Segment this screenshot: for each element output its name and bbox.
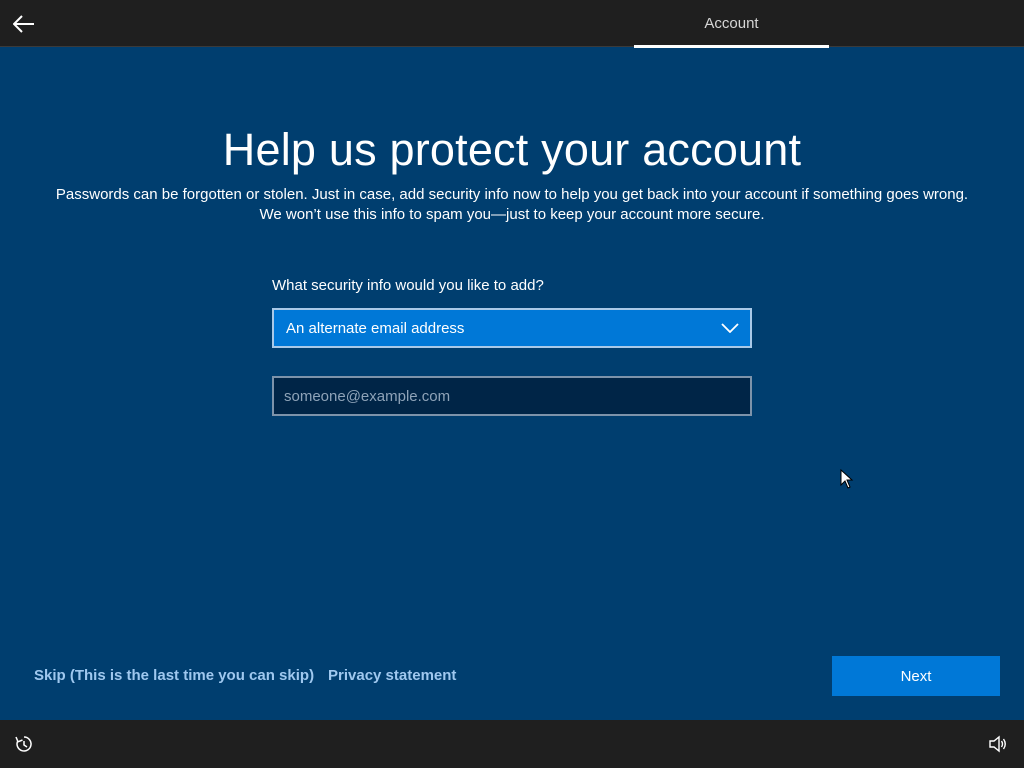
page-title: Help us protect your account: [222, 124, 802, 175]
description-line-2: We won’t use this info to spam you—just …: [259, 206, 765, 223]
security-info-question-label: What security info would you like to add…: [272, 277, 544, 294]
email-field[interactable]: [272, 376, 752, 416]
ease-of-access-icon[interactable]: [13, 733, 35, 755]
volume-icon[interactable]: [987, 733, 1009, 755]
arrow-left-icon: [13, 15, 34, 33]
page-description: Passwords can be forgotten or stolen. Ju…: [0, 185, 1024, 225]
tab-active-indicator: [634, 45, 829, 48]
next-button[interactable]: Next: [832, 656, 1000, 696]
top-bar: Account: [0, 0, 1024, 48]
skip-link[interactable]: Skip (This is the last time you can skip…: [34, 667, 314, 684]
description-line-1: Passwords can be forgotten or stolen. Ju…: [55, 186, 969, 203]
bottom-bar: [0, 720, 1024, 768]
privacy-statement-link[interactable]: Privacy statement: [328, 667, 456, 684]
mouse-cursor-icon: [840, 469, 854, 489]
security-info-dropdown[interactable]: An alternate email address: [272, 308, 752, 348]
tab-account[interactable]: Account: [634, 0, 829, 47]
back-button[interactable]: [10, 11, 38, 37]
chevron-down-icon: [710, 310, 750, 346]
dropdown-selected-value: An alternate email address: [286, 319, 465, 337]
